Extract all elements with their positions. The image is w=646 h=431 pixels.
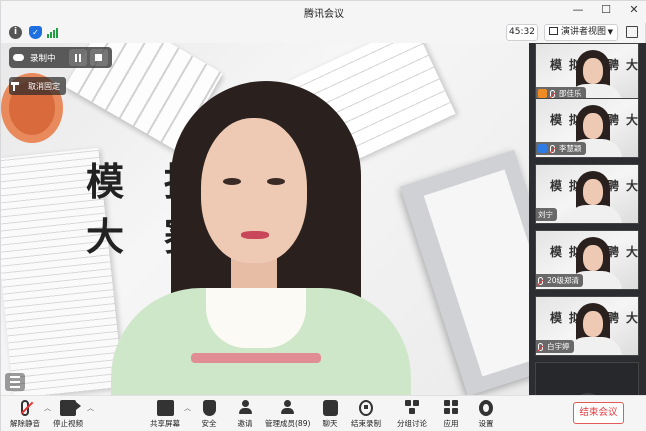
maximize-icon[interactable]: ☐ bbox=[599, 3, 613, 16]
camera-icon bbox=[60, 400, 81, 416]
participant-name-tag: 20级郑清 bbox=[536, 274, 584, 287]
unpin-label: 取消固定 bbox=[28, 81, 60, 91]
participant-name: 刘宁 bbox=[538, 210, 553, 219]
chevron-up-icon[interactable]: ︿ bbox=[87, 403, 94, 413]
info-icon[interactable]: i bbox=[9, 26, 22, 39]
stop-video-button[interactable]: 停止视频 ︿ bbox=[46, 400, 94, 429]
eye bbox=[223, 178, 241, 185]
participant-tile[interactable]: 模拟招聘大赛 刘宁 bbox=[535, 164, 639, 224]
participant-name-tag: 白宇婷 bbox=[536, 340, 574, 353]
speaker-collar bbox=[206, 288, 306, 348]
breakout-button[interactable]: 分组讨论 bbox=[390, 400, 434, 429]
end-recording-button[interactable]: 结束录制 bbox=[344, 400, 388, 429]
recording-bar: 录制中 bbox=[9, 47, 112, 68]
mouth bbox=[241, 231, 269, 239]
breakout-label: 分组讨论 bbox=[397, 419, 427, 428]
close-icon[interactable]: ✕ bbox=[627, 3, 641, 16]
title-bar: 腾讯会议 — ☐ ✕ bbox=[1, 1, 646, 23]
unmute-label: 解除静音 bbox=[10, 419, 40, 428]
status-row: i ✓ 45:32 演讲者视图 ▼ bbox=[1, 23, 646, 43]
members-label: 管理成员(89) bbox=[265, 419, 311, 428]
mic-off-icon bbox=[21, 400, 29, 416]
participant-name: 李慧颖 bbox=[559, 144, 582, 153]
recording-label: 录制中 bbox=[30, 53, 56, 64]
layout-icon bbox=[549, 27, 558, 35]
gear-icon bbox=[479, 400, 493, 416]
participant-tile[interactable]: 模拟招聘大赛 20级郑清 bbox=[535, 230, 639, 290]
window-title: 腾讯会议 bbox=[304, 9, 344, 20]
unpin-button[interactable]: 取消固定 bbox=[9, 77, 66, 95]
invite-icon bbox=[238, 400, 252, 416]
participant-sidebar[interactable]: 模拟招聘大赛 邵佳乐 模拟招聘大赛 李慧颖 模拟招聘大赛 刘宁 bbox=[529, 43, 646, 422]
apps-icon bbox=[443, 400, 459, 416]
share-screen-icon bbox=[156, 400, 174, 416]
view-mode-label: 演讲者视图 bbox=[561, 27, 607, 37]
mic-off-icon bbox=[550, 144, 555, 153]
share-screen-button[interactable]: 共享屏幕 ︿ bbox=[143, 400, 191, 429]
unmute-button[interactable]: 解除静音 ︿ bbox=[3, 400, 51, 429]
signal-icon[interactable] bbox=[47, 28, 59, 38]
participant-tile[interactable]: 模拟招聘大赛 白宇婷 bbox=[535, 296, 639, 356]
chevron-down-icon: ▼ bbox=[607, 28, 613, 36]
tile-face bbox=[583, 58, 603, 84]
eye bbox=[267, 178, 285, 185]
tile-body bbox=[566, 205, 622, 223]
meeting-timer: 45:32 bbox=[506, 24, 538, 41]
manage-members-button[interactable]: 管理成员(89) bbox=[265, 400, 311, 429]
chat-icon bbox=[322, 400, 338, 416]
participant-name-tag: 李慧颖 bbox=[536, 142, 586, 155]
participant-tile[interactable]: 模拟招聘大赛 邵佳乐 bbox=[535, 43, 639, 103]
stop-video-label: 停止视频 bbox=[53, 419, 83, 428]
mic-off-icon bbox=[538, 276, 543, 285]
tile-face bbox=[583, 179, 603, 205]
settings-label: 设置 bbox=[478, 419, 494, 428]
tile-face bbox=[583, 311, 603, 337]
share-label: 共享屏幕 bbox=[150, 419, 180, 428]
speaker-face bbox=[201, 118, 307, 263]
participant-name: 白宇婷 bbox=[547, 342, 570, 351]
meeting-window: 腾讯会议 — ☐ ✕ i ✓ 45:32 演讲者视图 ▼ 模拟招聘大赛 bbox=[0, 0, 646, 431]
tile-face bbox=[583, 245, 603, 271]
tile-body bbox=[566, 337, 622, 355]
end-recording-label: 结束录制 bbox=[351, 419, 381, 428]
participant-name: 20级郑清 bbox=[547, 276, 580, 285]
invite-button[interactable]: 邀请 bbox=[223, 400, 267, 429]
invite-label: 邀请 bbox=[237, 419, 253, 428]
pin-icon bbox=[11, 81, 19, 91]
members-icon bbox=[280, 400, 294, 416]
end-meeting-button[interactable]: 结束会议 bbox=[573, 402, 624, 424]
main-video[interactable]: 模拟招聘大赛 bbox=[1, 43, 529, 395]
view-mode-select[interactable]: 演讲者视图 ▼ bbox=[544, 24, 618, 41]
avatar bbox=[538, 89, 547, 98]
participant-name-tag: 刘宁 bbox=[536, 208, 557, 221]
tile-face bbox=[583, 113, 603, 139]
avatar bbox=[538, 144, 547, 153]
settings-button[interactable]: 设置 bbox=[464, 400, 508, 429]
fullscreen-icon[interactable] bbox=[626, 26, 638, 38]
shield-icon bbox=[202, 400, 216, 416]
participant-tile[interactable]: 模拟招聘大赛 李慧颖 bbox=[535, 98, 639, 158]
speaker-trim bbox=[191, 353, 321, 363]
mic-off-icon bbox=[550, 89, 555, 98]
cloud-icon bbox=[13, 54, 24, 61]
record-icon bbox=[359, 400, 373, 416]
breakout-icon bbox=[404, 400, 420, 416]
list-icon[interactable] bbox=[5, 373, 25, 391]
minimize-icon[interactable]: — bbox=[571, 3, 585, 16]
pause-recording-button[interactable] bbox=[68, 49, 87, 66]
window-controls: — ☐ ✕ bbox=[571, 3, 641, 16]
stop-recording-button[interactable] bbox=[89, 49, 108, 66]
shield-icon[interactable]: ✓ bbox=[29, 26, 42, 39]
bottom-toolbar: 解除静音 ︿ 停止视频 ︿ 共享屏幕 ︿ 安全 邀请 管理成员(89) 聊天 结… bbox=[1, 395, 646, 431]
mic-off-icon bbox=[538, 342, 543, 351]
